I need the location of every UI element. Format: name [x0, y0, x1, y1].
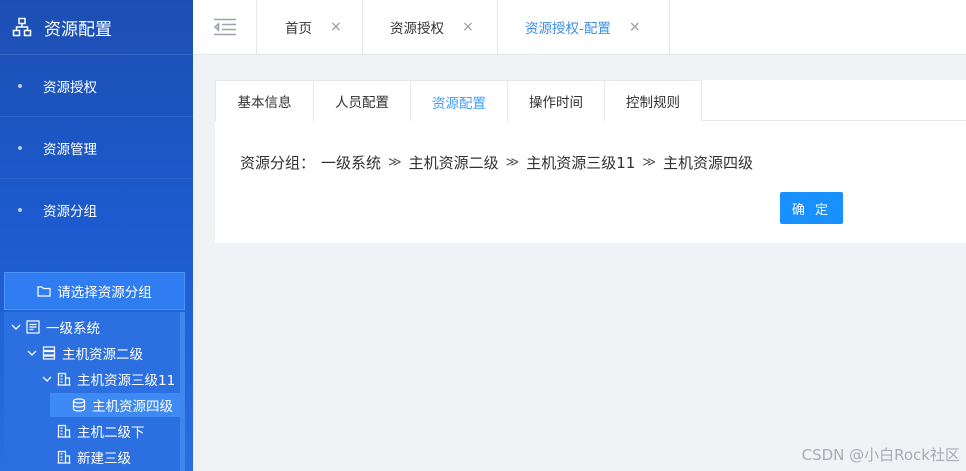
- server-rack-icon: [26, 320, 40, 334]
- server-icon: [42, 346, 56, 360]
- page-tab-label: 首页: [285, 21, 312, 37]
- tab-resource-config[interactable]: 资源配置: [411, 81, 508, 122]
- double-chevron-icon: ≫: [642, 155, 656, 170]
- tree-node-level3[interactable]: 主机资源三级11: [41, 367, 175, 391]
- breadcrumb-item: 主机资源二级: [408, 154, 499, 172]
- tree-node-label: 一级系统: [46, 321, 100, 337]
- chevron-down-icon[interactable]: [10, 324, 22, 330]
- close-icon[interactable]: ×: [462, 19, 474, 35]
- watermark: CSDN @小白Rock社区: [801, 446, 960, 464]
- sidebar-item-label: 资源管理: [43, 141, 97, 158]
- folder-icon: [37, 286, 51, 297]
- sidebar-item-resource-group[interactable]: 资源分组: [0, 179, 193, 240]
- menu-collapse-button[interactable]: [193, 0, 257, 54]
- breadcrumb-label: 资源分组：: [240, 154, 316, 172]
- bullet-icon: [18, 145, 22, 150]
- sidebar-header: 资源配置: [0, 0, 193, 55]
- config-card: 基本信息 人员配置 资源配置 操作时间 控制规则 资源分组： 一级系统 ≫ 主机…: [215, 80, 966, 243]
- sidebar-title: 资源配置: [44, 19, 112, 40]
- top-tab-bar: 首页 × 资源授权 × 资源授权-配置 ×: [193, 0, 966, 55]
- confirm-button[interactable]: 确 定: [780, 192, 843, 224]
- bullet-icon: [18, 83, 22, 88]
- chevron-down-icon[interactable]: [41, 376, 53, 382]
- tree-scrollbar[interactable]: [180, 312, 185, 471]
- sidebar-item-resource-auth[interactable]: 资源授权: [0, 55, 193, 117]
- chevron-down-icon[interactable]: [26, 350, 38, 356]
- sidebar-item-label: 资源授权: [43, 79, 97, 96]
- close-icon[interactable]: ×: [330, 19, 342, 35]
- tree-node-label: 主机资源四级: [92, 399, 173, 415]
- menu-fold-icon: [213, 18, 236, 36]
- tab-basic-info[interactable]: 基本信息: [216, 81, 314, 121]
- building-icon: [57, 372, 71, 386]
- sidebar: 资源配置 资源授权 资源管理 资源分组 请选择资源分组 一级系统 主机资源二级 …: [0, 0, 193, 471]
- close-icon[interactable]: ×: [629, 19, 641, 35]
- database-icon: [72, 398, 86, 412]
- page-tab-resource-auth-config[interactable]: 资源授权-配置 ×: [498, 0, 670, 54]
- sitemap-icon: [12, 17, 32, 37]
- tree-node-level3[interactable]: 主机二级下: [57, 419, 145, 443]
- select-resource-group-button[interactable]: 请选择资源分组: [4, 272, 185, 310]
- breadcrumb-item: 主机资源四级: [662, 154, 753, 172]
- group-button-label: 请选择资源分组: [57, 285, 152, 301]
- config-tabs: 基本信息 人员配置 资源配置 操作时间 控制规则: [215, 80, 702, 122]
- double-chevron-icon: ≫: [505, 155, 520, 170]
- breadcrumb-item: 一级系统: [321, 154, 382, 172]
- tab-personnel[interactable]: 人员配置: [314, 81, 411, 121]
- resource-group-breadcrumb: 资源分组： 一级系统 ≫ 主机资源二级 ≫ 主机资源三级11 ≫ 主机资源四级: [240, 152, 753, 173]
- tree-node-level3[interactable]: 新建三级: [57, 445, 131, 469]
- bullet-icon: [18, 207, 22, 212]
- tree-node-level1[interactable]: 一级系统: [10, 315, 100, 339]
- tab-control-rules[interactable]: 控制规则: [605, 81, 701, 121]
- page-tab-resource-auth[interactable]: 资源授权 ×: [363, 0, 498, 54]
- sidebar-item-resource-manage[interactable]: 资源管理: [0, 117, 193, 179]
- page-tab-label: 资源授权-配置: [525, 21, 611, 37]
- resource-tree: 一级系统 主机资源二级 主机资源三级11 主机资源四级 主机二级下 新建三级: [4, 312, 181, 471]
- sidebar-item-label: 资源分组: [43, 203, 97, 220]
- tree-node-label: 主机资源二级: [62, 347, 143, 363]
- double-chevron-icon: ≫: [388, 155, 402, 170]
- tree-node-level4-selected[interactable]: 主机资源四级: [50, 393, 181, 417]
- tree-node-level2[interactable]: 主机资源二级: [26, 341, 143, 365]
- building-icon: [57, 450, 71, 464]
- page-tab-home[interactable]: 首页 ×: [258, 0, 363, 54]
- building-icon: [57, 424, 71, 438]
- page-tab-label: 资源授权: [390, 21, 444, 37]
- tree-node-label: 新建三级: [77, 451, 131, 467]
- tree-node-label: 主机二级下: [77, 425, 145, 441]
- tree-node-label: 主机资源三级11: [77, 373, 176, 389]
- breadcrumb-item: 主机资源三级11: [526, 154, 636, 172]
- tab-operation-time[interactable]: 操作时间: [508, 81, 605, 121]
